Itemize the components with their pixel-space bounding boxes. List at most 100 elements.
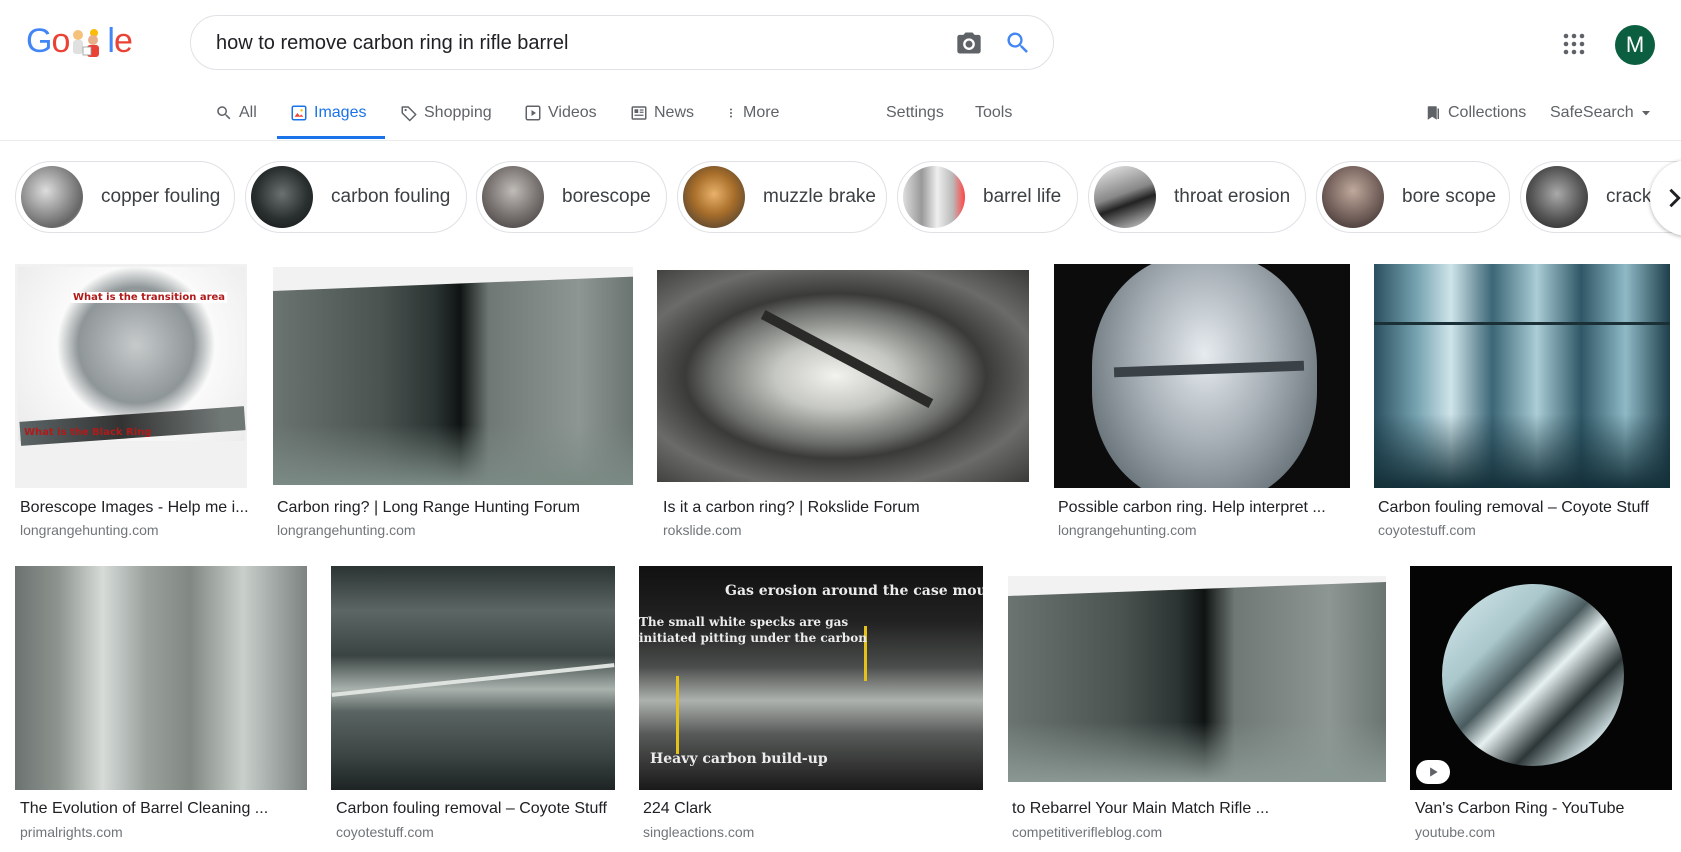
chip-throat-erosion[interactable]: throat erosion (1088, 161, 1306, 233)
tab-images[interactable]: Images (290, 104, 366, 122)
search-box[interactable]: how to remove carbon ring in rifle barre… (190, 15, 1054, 70)
overlay-label: What is the transition area (71, 292, 228, 303)
result-site[interactable]: coyotestuff.com (1378, 522, 1476, 538)
result-title[interactable]: Van's Carbon Ring - YouTube (1415, 800, 1624, 818)
result-image[interactable]: What is the transition area What is the … (15, 264, 247, 488)
result-image[interactable] (273, 267, 633, 485)
result-site[interactable]: primalrights.com (20, 824, 123, 840)
result-site[interactable]: longrangehunting.com (1058, 522, 1197, 538)
apps-grid-icon[interactable] (1562, 32, 1586, 56)
search-icon (217, 106, 231, 120)
result-site[interactable]: longrangehunting.com (20, 522, 159, 538)
tab-all[interactable]: All (215, 104, 257, 122)
result-site[interactable]: rokslide.com (663, 522, 742, 538)
result-title[interactable]: Possible carbon ring. Help interpret ... (1058, 499, 1326, 517)
nav-divider (0, 140, 1681, 141)
tab-label: All (239, 104, 257, 121)
result-image[interactable] (1054, 264, 1350, 488)
result-image[interactable] (1008, 576, 1386, 782)
result-tile[interactable]: Carbon ring? | Long Range Hunting Forum … (273, 264, 633, 544)
tab-label: News (654, 104, 695, 121)
tools-link[interactable]: Tools (975, 104, 1012, 122)
result-image[interactable] (15, 566, 307, 790)
overlay-label: initiated pitting under the carbon (639, 631, 867, 645)
tag-icon (401, 106, 417, 122)
collections-label: Collections (1448, 104, 1527, 121)
play-icon (1430, 767, 1438, 777)
tab-label: More (743, 104, 780, 121)
chip-label: borescope (562, 186, 651, 207)
chip-thumbnail (1526, 166, 1588, 228)
chevron-right-icon (1669, 188, 1681, 208)
result-title[interactable]: 224 Clark (643, 800, 711, 818)
tools-label: Tools (975, 104, 1013, 121)
result-title[interactable]: Carbon fouling removal – Coyote Stuff (1378, 499, 1649, 517)
camera-icon[interactable] (955, 29, 983, 57)
result-title[interactable]: Is it a carbon ring? | Rokslide Forum (663, 499, 920, 517)
result-tile[interactable]: Possible carbon ring. Help interpret ...… (1054, 264, 1350, 544)
tab-label: Shopping (424, 104, 492, 121)
safesearch-dropdown[interactable]: SafeSearch (1550, 104, 1652, 122)
result-tile[interactable]: Gas erosion around the case mouth The sm… (639, 566, 983, 846)
search-icon[interactable] (1004, 29, 1032, 57)
avatar[interactable]: M (1615, 25, 1655, 65)
overlay-label: The small white specks are gas (639, 615, 849, 629)
result-tile[interactable]: Van's Carbon Ring - YouTube youtube.com (1410, 566, 1672, 846)
safesearch-label: SafeSearch (1550, 104, 1634, 121)
chip-label: carbon fouling (331, 186, 451, 207)
chip-copper-fouling[interactable]: copper fouling (15, 161, 235, 233)
tab-news[interactable]: News (630, 104, 694, 122)
chip-thumbnail (21, 166, 83, 228)
more-vert-icon (730, 108, 732, 118)
chip-thumbnail (482, 166, 544, 228)
result-site[interactable]: singleactions.com (643, 824, 754, 840)
result-tile[interactable]: The Evolution of Barrel Cleaning ... pri… (15, 566, 307, 846)
search-input[interactable]: how to remove carbon ring in rifle barre… (216, 32, 568, 55)
result-tile[interactable]: What is the transition area What is the … (15, 264, 249, 544)
chip-label: barrel life (983, 186, 1062, 207)
tab-videos[interactable]: Videos (524, 104, 597, 122)
doodle-icon (73, 29, 99, 57)
result-tile[interactable]: Is it a carbon ring? | Rokslide Forum ro… (654, 264, 1032, 544)
result-site[interactable]: competitiverifleblog.com (1012, 824, 1162, 840)
tab-more[interactable]: More (725, 104, 779, 122)
result-tile[interactable]: Carbon fouling removal – Coyote Stuff co… (331, 566, 615, 846)
chip-thumbnail (251, 166, 313, 228)
bookmark-icon (1427, 106, 1439, 120)
chip-carbon-fouling[interactable]: carbon fouling (245, 161, 467, 233)
result-image[interactable] (1410, 566, 1672, 790)
collections-link[interactable]: Collections (1424, 104, 1526, 122)
chip-label: copper fouling (101, 186, 221, 207)
google-logo[interactable]: Go le (26, 22, 133, 62)
chip-thumbnail (1322, 166, 1384, 228)
settings-label: Settings (886, 104, 944, 121)
result-image[interactable] (657, 270, 1029, 482)
chip-label: throat erosion (1174, 186, 1291, 207)
chip-bore-scope[interactable]: bore scope (1316, 161, 1510, 233)
result-tile[interactable]: Carbon fouling removal – Coyote Stuff co… (1374, 264, 1670, 544)
result-tile[interactable]: to Rebarrel Your Main Match Rifle ... co… (1008, 566, 1386, 846)
result-title[interactable]: The Evolution of Barrel Cleaning ... (20, 800, 268, 818)
image-icon (291, 105, 307, 121)
result-title[interactable]: Carbon fouling removal – Coyote Stuff (336, 800, 607, 818)
result-title[interactable]: to Rebarrel Your Main Match Rifle ... (1012, 800, 1269, 818)
result-image[interactable]: Gas erosion around the case mouth The sm… (639, 566, 983, 790)
chip-barrel-life[interactable]: barrel life (897, 161, 1078, 233)
chip-muzzle-brake[interactable]: muzzle brake (677, 161, 887, 233)
chip-thumbnail (1094, 166, 1156, 228)
chip-label: muzzle brake (763, 186, 876, 207)
result-site[interactable]: longrangehunting.com (277, 522, 416, 538)
result-site[interactable]: coyotestuff.com (336, 824, 434, 840)
result-image[interactable] (1374, 264, 1670, 488)
tab-shopping[interactable]: Shopping (400, 104, 492, 122)
result-title[interactable]: Carbon ring? | Long Range Hunting Forum (277, 499, 580, 517)
overlay-label: Heavy carbon build-up (650, 751, 828, 767)
active-tab-indicator (277, 136, 385, 139)
chip-label: bore scope (1402, 186, 1497, 207)
result-site[interactable]: youtube.com (1415, 824, 1495, 840)
result-title[interactable]: Borescope Images - Help me i... (20, 499, 249, 517)
chip-borescope[interactable]: borescope (476, 161, 667, 233)
settings-link[interactable]: Settings (886, 104, 944, 122)
chevron-down-icon (1641, 111, 1650, 116)
result-image[interactable] (331, 566, 615, 790)
